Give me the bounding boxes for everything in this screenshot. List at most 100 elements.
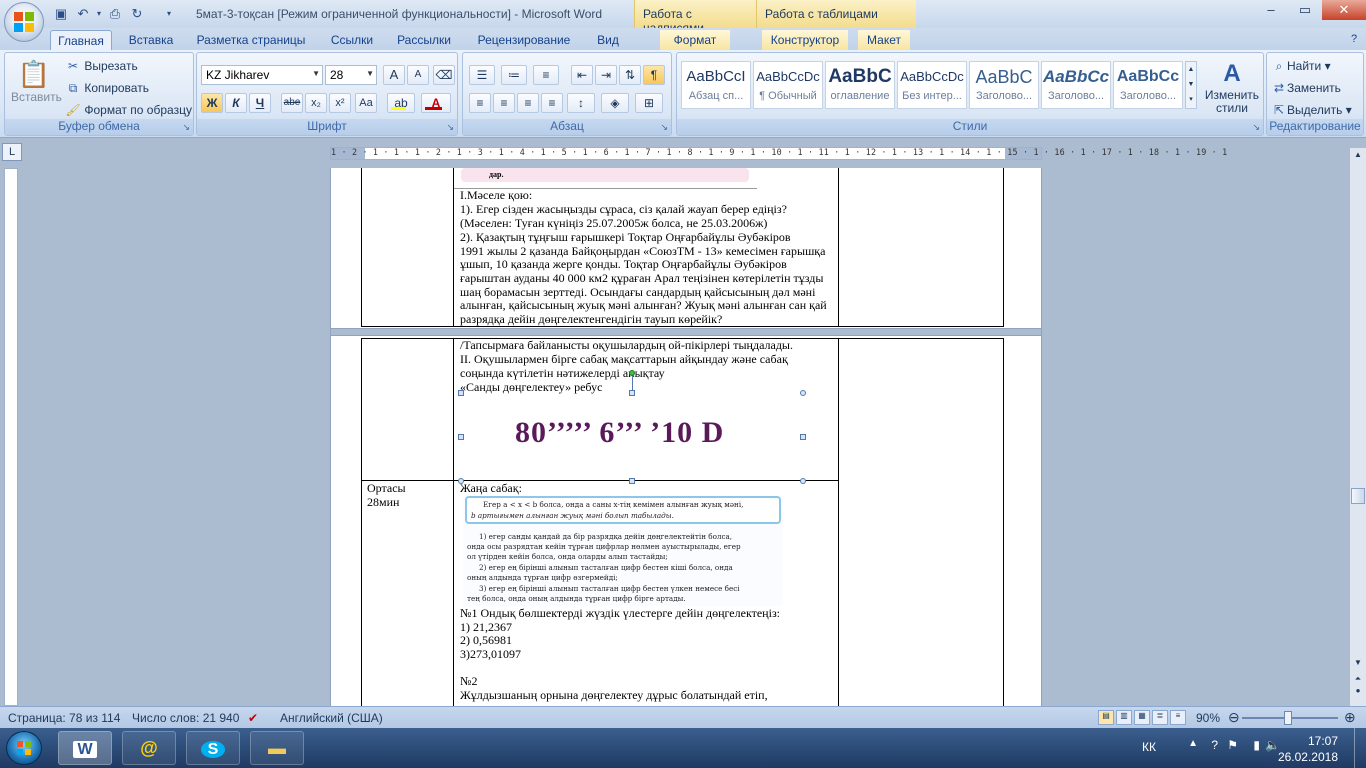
explorer-taskbar-icon[interactable]: ▬ bbox=[250, 731, 304, 765]
resize-handle[interactable] bbox=[458, 390, 464, 396]
zoom-level[interactable]: 90% bbox=[1196, 711, 1220, 725]
tab-insert[interactable]: Вставка bbox=[122, 30, 180, 50]
horizontal-ruler[interactable]: 1 · 2 · 1 · 1 · 1 · 2 · 1 · 3 · 1 · 4 · … bbox=[330, 147, 1227, 160]
redo-icon[interactable]: ↻ bbox=[128, 5, 146, 23]
align-left-icon[interactable]: ≡ bbox=[469, 93, 491, 113]
tab-design[interactable]: Конструктор bbox=[762, 30, 848, 50]
resize-handle[interactable] bbox=[800, 434, 806, 440]
tab-page-layout[interactable]: Разметка страницы bbox=[190, 30, 312, 50]
line-spacing-icon[interactable]: ↕ bbox=[567, 93, 595, 113]
resize-handle[interactable] bbox=[629, 478, 635, 484]
resize-handle[interactable] bbox=[458, 434, 464, 440]
cut-button[interactable]: ✂ Вырезать bbox=[65, 59, 138, 73]
help-icon[interactable]: ? bbox=[1346, 30, 1362, 50]
document-page[interactable]: дар. І.Мәселе қою: 1). Егер сізден жасың… bbox=[330, 168, 1042, 706]
sort-icon[interactable]: ⇅ bbox=[619, 65, 641, 85]
borders-icon[interactable]: ⊞ bbox=[635, 93, 663, 113]
multilevel-list-icon[interactable]: ≡ bbox=[533, 65, 559, 85]
style-list-paragraph[interactable]: AaBbCcI Абзац сп... bbox=[681, 61, 751, 109]
close-icon[interactable]: ✕ bbox=[1322, 0, 1366, 20]
align-center-icon[interactable]: ≡ bbox=[493, 93, 515, 113]
strikethrough-button[interactable]: abe bbox=[281, 93, 303, 113]
vertical-ruler[interactable] bbox=[4, 168, 18, 706]
office-button[interactable] bbox=[4, 2, 44, 42]
decrease-indent-icon[interactable]: ⇤ bbox=[571, 65, 593, 85]
bullets-icon[interactable]: ☰ bbox=[469, 65, 495, 85]
bold-button[interactable]: Ж bbox=[201, 93, 223, 113]
rebus-text[interactable]: 80’’’’’ 6’’’ ’10 D bbox=[515, 416, 724, 450]
browse-object-icon[interactable]: ● bbox=[1351, 686, 1365, 700]
show-desktop-button[interactable] bbox=[1354, 728, 1366, 768]
scroll-thumb[interactable] bbox=[1351, 488, 1365, 504]
vertical-scrollbar[interactable]: ▲ ▼ ⏶ ● bbox=[1349, 148, 1366, 706]
zoom-out-icon[interactable]: ⊖ bbox=[1228, 709, 1240, 726]
change-case-button[interactable]: Aa bbox=[355, 93, 377, 113]
replace-button[interactable]: ⇄ Заменить bbox=[1271, 81, 1341, 95]
word-taskbar-icon[interactable]: W bbox=[58, 731, 112, 765]
scroll-up-icon[interactable]: ▲ bbox=[1351, 150, 1365, 164]
print-layout-view-icon[interactable]: ▤ bbox=[1098, 710, 1114, 725]
find-button[interactable]: ⌕ Найти ▾ bbox=[1271, 59, 1331, 74]
tab-home[interactable]: Главная bbox=[50, 30, 112, 50]
keyboard-language[interactable]: КК bbox=[1142, 740, 1156, 754]
format-painter-button[interactable]: 🖌 Формат по образцу bbox=[65, 103, 192, 117]
start-button[interactable] bbox=[6, 731, 42, 765]
word-count[interactable]: Число слов: 21 940 bbox=[132, 711, 239, 725]
draft-view-icon[interactable]: ≡ bbox=[1170, 710, 1186, 725]
resize-handle[interactable] bbox=[800, 478, 806, 484]
increase-indent-icon[interactable]: ⇥ bbox=[595, 65, 617, 85]
underline-button[interactable]: Ч bbox=[249, 93, 271, 113]
copy-button[interactable]: ⧉ Копировать bbox=[65, 81, 149, 96]
tab-mailings[interactable]: Рассылки bbox=[390, 30, 458, 50]
styles-scroll[interactable]: ▲ ▼ ▾ bbox=[1185, 61, 1197, 109]
save-icon[interactable]: ▣ bbox=[52, 5, 70, 23]
style-heading-3[interactable]: AaBbCc Заголово... bbox=[1113, 61, 1183, 109]
skype-taskbar-icon[interactable]: S bbox=[186, 731, 240, 765]
proofing-icon[interactable]: ✔ bbox=[248, 711, 258, 725]
tab-view[interactable]: Вид bbox=[588, 30, 628, 50]
font-size-combo[interactable]: 28 ▼ bbox=[325, 65, 377, 85]
style-heading-2[interactable]: AaBbCc Заголово... bbox=[1041, 61, 1111, 109]
resize-handle[interactable] bbox=[800, 390, 806, 396]
tab-format[interactable]: Формат bbox=[660, 30, 730, 50]
italic-button[interactable]: К bbox=[225, 93, 247, 113]
align-right-icon[interactable]: ≡ bbox=[517, 93, 539, 113]
scroll-down-icon[interactable]: ▼ bbox=[1351, 658, 1365, 672]
grow-font-button[interactable]: A bbox=[383, 65, 405, 85]
clipboard-launcher-icon[interactable]: ↘ bbox=[182, 122, 190, 133]
select-button[interactable]: ⇱ Выделить ▾ bbox=[1271, 103, 1352, 117]
help-tray-icon[interactable]: ? bbox=[1211, 738, 1218, 752]
zoom-slider-thumb[interactable] bbox=[1284, 711, 1292, 725]
zoom-in-icon[interactable]: ⊕ bbox=[1344, 709, 1356, 726]
maximize-icon[interactable]: ▭ bbox=[1288, 0, 1322, 20]
superscript-button[interactable]: x² bbox=[329, 93, 351, 113]
outline-view-icon[interactable]: ≣ bbox=[1152, 710, 1168, 725]
mail-taskbar-icon[interactable]: @ bbox=[122, 731, 176, 765]
shrink-font-button[interactable]: A bbox=[407, 65, 429, 85]
paragraph-launcher-icon[interactable]: ↘ bbox=[660, 122, 668, 133]
page-count[interactable]: Страница: 78 из 114 bbox=[8, 711, 120, 725]
flag-icon[interactable]: ⚑ bbox=[1227, 738, 1238, 752]
shading-icon[interactable]: ◈ bbox=[601, 93, 629, 113]
tab-references[interactable]: Ссылки bbox=[324, 30, 380, 50]
language-indicator[interactable]: Английский (США) bbox=[280, 711, 383, 725]
textbook-image[interactable]: Егер a < x < b болса, онда a саны x-тің … bbox=[463, 496, 783, 606]
font-launcher-icon[interactable]: ↘ bbox=[446, 122, 454, 133]
clock-date[interactable]: 26.02.2018 bbox=[1278, 750, 1338, 764]
style-no-spacing[interactable]: AaBbCcDc Без интер... bbox=[897, 61, 967, 109]
tray-expand-icon[interactable]: ▲ bbox=[1188, 738, 1198, 749]
tab-layout[interactable]: Макет bbox=[858, 30, 910, 50]
style-toc[interactable]: AaBbC оглавление bbox=[825, 61, 895, 109]
tab-stop-selector[interactable]: L bbox=[2, 143, 22, 161]
web-layout-view-icon[interactable]: ▦ bbox=[1134, 710, 1150, 725]
style-heading-1[interactable]: AaBbC Заголово... bbox=[969, 61, 1039, 109]
clear-format-icon[interactable]: ⌫ bbox=[433, 65, 455, 85]
highlight-icon[interactable]: ab bbox=[387, 93, 415, 113]
subscript-button[interactable]: x₂ bbox=[305, 93, 327, 113]
font-color-icon[interactable]: A bbox=[421, 93, 451, 113]
full-screen-view-icon[interactable]: ▥ bbox=[1116, 710, 1132, 725]
clock-time[interactable]: 17:07 bbox=[1308, 734, 1338, 748]
paste-button[interactable]: 📋 Вставить bbox=[11, 59, 62, 117]
numbering-icon[interactable]: ≔ bbox=[501, 65, 527, 85]
resize-handle[interactable] bbox=[629, 390, 635, 396]
